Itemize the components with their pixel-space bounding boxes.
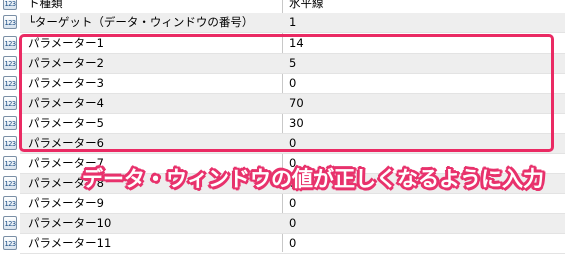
numeric-123-icon: 123 xyxy=(3,136,17,150)
numeric-123-icon: 123 xyxy=(3,116,17,130)
highlight-frame xyxy=(19,34,554,152)
property-value[interactable]: 0 xyxy=(289,236,296,251)
numeric-123-icon: 123 xyxy=(3,176,17,190)
numeric-123-icon: 123 xyxy=(3,196,17,210)
property-row[interactable]: 123 パラメーター10 0 xyxy=(3,214,565,234)
property-row[interactable]: 123 └ターゲット（データ・ウィンドウの番号） 1 xyxy=(3,13,565,33)
property-name: └ターゲット（データ・ウィンドウの番号） xyxy=(28,15,254,29)
property-name: ト種類 xyxy=(28,0,63,10)
numeric-123-icon: 123 xyxy=(3,96,17,110)
numeric-123-icon: 123 xyxy=(3,156,17,170)
property-value[interactable]: 0 xyxy=(289,216,296,231)
property-value[interactable]: 0 xyxy=(289,196,296,211)
property-name: パラメーター9 xyxy=(28,196,104,210)
numeric-123-icon: 123 xyxy=(3,76,17,90)
property-value[interactable]: 水平線 xyxy=(289,0,324,11)
property-row[interactable]: 123 パラメーター11 0 xyxy=(3,234,565,254)
property-value[interactable]: 1 xyxy=(289,15,296,30)
annotation-caption: データ・ウィンドウの値が正しくなるように入力 xyxy=(82,167,544,191)
numeric-123-icon: 123 xyxy=(3,15,17,29)
numeric-123-icon: 123 xyxy=(3,36,17,50)
property-name: パラメーター11 xyxy=(28,236,112,250)
numeric-123-icon: 123 xyxy=(3,216,17,230)
property-row[interactable]: 123 パラメーター9 0 xyxy=(3,194,565,214)
numeric-123-icon: 123 xyxy=(3,236,17,250)
numeric-123-icon: 123 xyxy=(3,0,17,10)
property-row[interactable]: 123 ト種類 水平線 xyxy=(3,0,565,14)
numeric-123-icon: 123 xyxy=(3,56,17,70)
property-name: パラメーター10 xyxy=(28,216,112,230)
